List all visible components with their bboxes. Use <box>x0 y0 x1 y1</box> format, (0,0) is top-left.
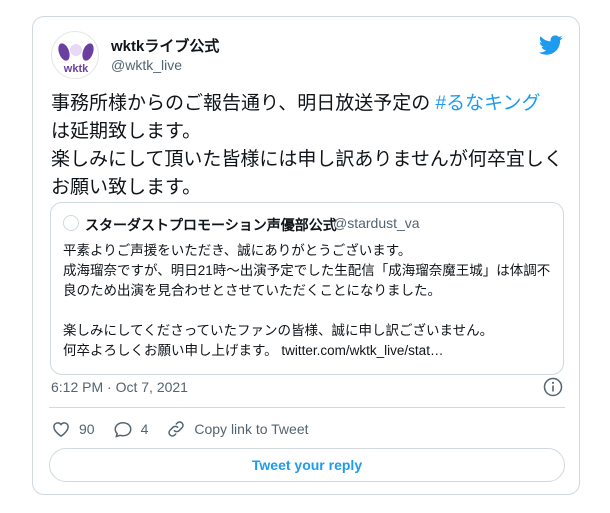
heart-icon <box>53 422 69 437</box>
twitter-bird-icon[interactable] <box>539 33 563 57</box>
reply-icon <box>114 421 132 438</box>
tweet-text: 事務所様からのご報告通り、明日放送予定の #るなキング は延期致します。 楽しみ… <box>51 90 563 202</box>
quote-author-name: スターダストプロモーション声優部公式 <box>85 217 337 233</box>
quote-author-handle: @stardust_va <box>333 215 420 231</box>
action-bar: 90 4 Copy link to Tweet <box>51 417 327 441</box>
like-button[interactable]: 90 <box>51 419 95 439</box>
avatar-text: wktk <box>63 63 89 75</box>
copy-link-button[interactable]: Copy link to Tweet <box>166 419 309 439</box>
reply-count: 4 <box>140 421 149 437</box>
tweet-text-before: 事務所様からのご報告通り、明日放送予定の <box>51 93 436 114</box>
quote-avatar <box>63 215 79 231</box>
author-handle[interactable]: @wktk_live <box>111 57 182 73</box>
reply-action-button[interactable]: 4 <box>113 419 149 439</box>
quote-text: 平素よりご声援をいただき、誠にありがとうございます。 成海瑠奈ですが、明日21時… <box>63 243 551 358</box>
tweet-your-reply-button[interactable]: Tweet your reply <box>49 448 565 482</box>
divider <box>49 407 565 408</box>
tweet-timestamp[interactable]: 6:12 PM · Oct 7, 2021 <box>51 379 188 395</box>
author-avatar[interactable]: wktk <box>51 31 99 79</box>
like-count: 90 <box>79 421 95 437</box>
copy-link-label: Copy link to Tweet <box>194 421 309 437</box>
author-name[interactable]: wktkライブ公式 <box>111 35 219 56</box>
hashtag-link[interactable]: #るなキング <box>436 93 541 114</box>
avatar-logo-icon: wktk <box>58 43 94 75</box>
link-icon <box>168 421 185 437</box>
tweet-card: wktk wktkライブ公式 @wktk_live 事務所様からのご報告通り、明… <box>32 16 580 495</box>
info-icon[interactable] <box>543 377 563 397</box>
quoted-tweet[interactable]: スターダストプロモーション声優部公式 @stardust_va 平素よりご声援を… <box>50 202 564 375</box>
